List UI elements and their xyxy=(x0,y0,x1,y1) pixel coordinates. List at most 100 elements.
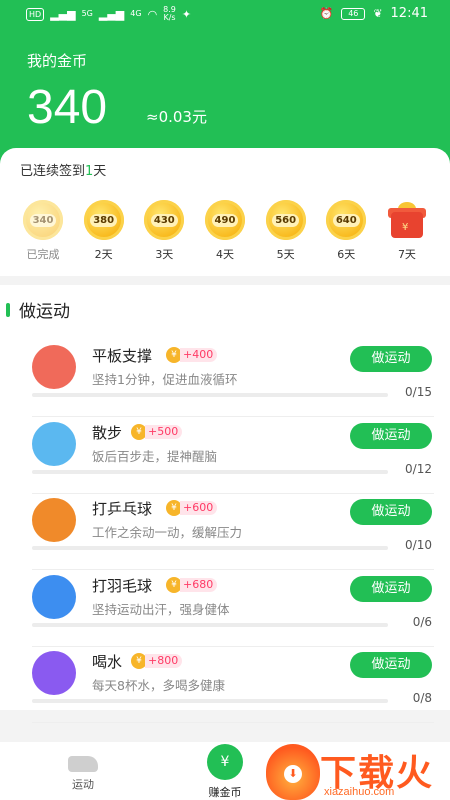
do-exercise-button[interactable]: 做运动 xyxy=(350,575,432,602)
status-bar: HD ▂▄▆ 5G ▂▄▆ 4G ◠ 8.9 K/s ✦ ⏰ 46 ❦ 12:41 xyxy=(0,0,450,28)
task-description: 饭后百步走，提神醒脑 xyxy=(92,448,218,464)
watermark-logo: ⬇ 下载火 xiazaihuo.com xyxy=(262,740,450,800)
do-exercise-button[interactable]: 做运动 xyxy=(350,346,432,372)
pingpong-icon xyxy=(32,498,76,542)
task-description: 坚持1分钟，促进血液循环 xyxy=(92,372,238,387)
task-row: 散步 ¥ +500 饭后百步走，提神醒脑 做运动 0/12 xyxy=(32,421,434,498)
checkin-days: 340 已完成 380 2天 430 3天 490 4天 560 5天 640 6天 ¥7天 xyxy=(18,200,432,262)
reward-badge: ¥ +800 xyxy=(131,653,183,669)
progress-track xyxy=(32,622,388,627)
gold-coin-icon: 560 xyxy=(265,200,306,240)
badminton-icon xyxy=(32,574,76,619)
row-divider xyxy=(32,416,434,417)
progress-count: 0/10 xyxy=(405,538,432,552)
checkin-day[interactable]: 340 已完成 xyxy=(18,200,68,262)
reward-points: +500 xyxy=(145,424,183,439)
checkin-day[interactable]: 490 4天 xyxy=(200,200,250,262)
row-divider xyxy=(32,569,434,570)
gold-coin-icon: 430 xyxy=(144,200,185,240)
section-title: 做运动 xyxy=(19,302,70,322)
sport-section: 做运动 平板支撑 ¥ +400 坚持1分钟，促进血液循环 做运动 0/15 散步… xyxy=(0,285,450,723)
task-row: 平板支撑 ¥ +400 坚持1分钟，促进血液循环 做运动 0/15 xyxy=(32,345,434,421)
reward-points: +600 xyxy=(180,501,218,515)
do-exercise-button[interactable]: 做运动 xyxy=(350,422,432,449)
day-label: 5天 xyxy=(276,248,295,261)
reward-badge: ¥ +400 xyxy=(166,347,218,363)
task-row: 打乒乓球 ¥ +600 工作之余动一动，缓解压力 做运动 0/10 xyxy=(32,498,434,574)
progress-track xyxy=(32,469,388,474)
net-speed: 8.9 K/s xyxy=(163,5,176,22)
checkin-day[interactable]: 430 3天 xyxy=(139,200,189,262)
reward-points: +400 xyxy=(180,348,218,362)
signal-icon: ▂▄▆ xyxy=(50,7,76,21)
do-exercise-button[interactable]: 做运动 xyxy=(350,652,432,678)
net-4g: 4G xyxy=(130,9,142,18)
gold-coin-icon: 490 xyxy=(204,200,245,240)
nav-sport[interactable]: 运动 xyxy=(43,742,123,792)
progress-count: 0/15 xyxy=(405,385,432,399)
sneaker-icon xyxy=(68,756,98,772)
task-name: 打乒乓球 xyxy=(92,500,153,518)
row-divider xyxy=(32,722,434,723)
download-icon: ⬇ xyxy=(284,765,302,783)
section-accent-bar xyxy=(6,302,10,317)
checkin-card: 已连续签到1天 340 已完成 380 2天 430 3天 490 4天 560 5天 6… xyxy=(0,148,450,276)
gold-coin-icon: 640 xyxy=(326,200,367,240)
day-label: 2天 xyxy=(94,248,113,261)
task-description: 工作之余动一动，缓解压力 xyxy=(92,525,243,540)
coin-value: 490 xyxy=(211,213,239,227)
progress-count: 0/6 xyxy=(412,614,432,629)
task-row: 打羽毛球 ¥ +680 坚持运动出汗，强身健体 做运动 0/6 xyxy=(32,574,434,651)
net-5g: 5G xyxy=(81,9,93,18)
hd-indicator: HD xyxy=(26,7,45,21)
day-label: 6天 xyxy=(337,248,356,261)
wifi-icon: ◠ xyxy=(147,7,158,21)
my-coins-title: 我的金币 xyxy=(27,52,88,70)
checkin-day[interactable]: 560 5天 xyxy=(261,200,311,262)
reward-badge: ¥ +500 xyxy=(131,423,183,440)
task-row: 喝水 ¥ +800 每天8杯水，多喝多健康 做运动 0/8 xyxy=(32,651,434,727)
leaf-icon: ❦ xyxy=(373,7,383,20)
coin-rmb-value: ≈0.03元 xyxy=(146,108,207,126)
plank-icon xyxy=(32,345,76,389)
gold-coin-icon: 380 xyxy=(83,200,124,240)
task-name: 打羽毛球 xyxy=(92,576,153,595)
water-cup-icon xyxy=(32,651,76,695)
checkin-day[interactable]: ¥7天 xyxy=(382,200,432,262)
nav-earn-label: 赚金币 xyxy=(208,786,242,799)
day-label: 已完成 xyxy=(26,248,60,261)
day-label: 7天 xyxy=(397,248,416,261)
checkin-day[interactable]: 640 6天 xyxy=(321,200,371,262)
task-description: 坚持运动出汗，强身健体 xyxy=(92,601,230,617)
signal-icon-2: ▂▄▆ xyxy=(98,7,125,21)
task-description: 每天8杯水，多喝多健康 xyxy=(92,678,225,693)
battery-indicator: 46 xyxy=(341,7,366,20)
progress-track xyxy=(32,546,388,550)
app-notification-icon: ✦ xyxy=(181,7,192,21)
yen-coin-icon: ¥ xyxy=(207,744,243,780)
do-exercise-button[interactable]: 做运动 xyxy=(350,499,432,525)
gold-coin-icon: 340 xyxy=(23,200,63,240)
checkin-day[interactable]: 380 2天 xyxy=(79,200,129,262)
checkin-streak: 已连续签到1天 xyxy=(20,164,107,179)
coin-value: 380 xyxy=(90,213,118,227)
progress-count: 0/8 xyxy=(412,691,432,705)
task-name: 喝水 xyxy=(92,653,123,671)
sneaker-icon xyxy=(32,421,76,466)
day-label: 4天 xyxy=(215,248,234,261)
coin-balance: 340 xyxy=(27,81,108,134)
row-divider xyxy=(32,645,434,647)
reward-badge: ¥ +600 xyxy=(166,500,218,516)
progress-track xyxy=(32,699,388,703)
alarm-icon: ⏰ xyxy=(319,7,334,20)
reward-points: +800 xyxy=(145,654,183,668)
section-header: 做运动 xyxy=(6,297,70,322)
task-name: 平板支撑 xyxy=(92,347,153,365)
task-name: 散步 xyxy=(92,423,123,442)
coin-value: 560 xyxy=(272,213,300,227)
nav-earn-coins[interactable]: ¥ 赚金币 xyxy=(185,742,265,800)
nav-sport-label: 运动 xyxy=(72,778,94,791)
clock: 12:41 xyxy=(390,6,428,21)
progress-track xyxy=(32,393,388,397)
reward-points: +680 xyxy=(180,577,218,592)
